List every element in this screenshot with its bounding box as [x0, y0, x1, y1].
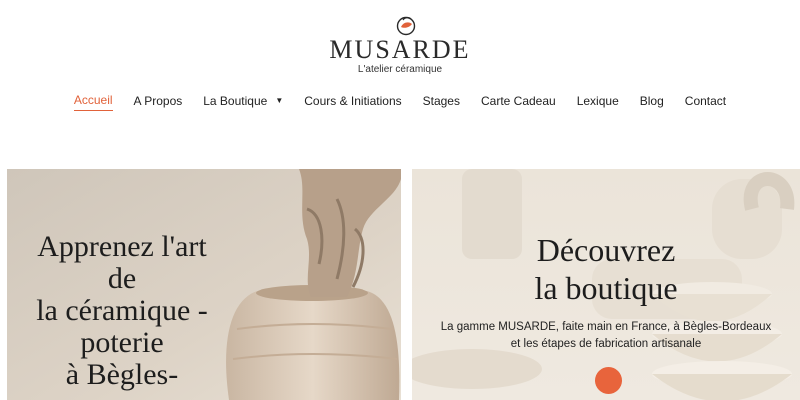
hero-right-heading: Découvrez la boutique [412, 231, 800, 307]
nav-item-stages[interactable]: Stages [423, 92, 460, 110]
brand-tagline: L'atelier céramique [357, 64, 443, 75]
hero-left-heading: Apprenez l'art de la céramique - poterie… [7, 231, 237, 391]
shop-cta-button[interactable] [595, 367, 622, 394]
hero-right-subtitle-line: et les étapes de fabrication artisanale [510, 338, 702, 350]
nav-item-accueil[interactable]: Accueil [73, 92, 113, 111]
hero-left-line: la céramique - [36, 294, 208, 327]
nav-item-cours-initiations[interactable]: Cours & Initiations [304, 92, 401, 110]
brand-name[interactable]: MUSARDE [0, 36, 800, 64]
hero-right-subtitle: La gamme MUSARDE, faite main en France, … [412, 319, 800, 353]
hero-left-line: poterie [80, 326, 164, 359]
nav-item-lexique[interactable]: Lexique [577, 92, 619, 110]
nav-item-contact[interactable]: Contact [685, 92, 726, 110]
nav-item-carte-cadeau[interactable]: Carte Cadeau [481, 92, 556, 110]
nav-item-la-boutique[interactable]: La Boutique ▼ [203, 92, 283, 110]
hero-right-subtitle-line: La gamme MUSARDE, faite main en France, … [440, 321, 772, 333]
chevron-down-icon[interactable]: ▼ [275, 93, 283, 109]
nav-item-la-boutique-label: La Boutique [203, 94, 268, 108]
hero-left-line: à Bègles- [65, 358, 179, 391]
hero-left-line: Apprenez l'art [37, 230, 207, 263]
main-nav: Accueil A Propos La Boutique ▼ Cours & I… [0, 92, 800, 111]
hero-card-shop[interactable]: Découvrez la boutique La gamme MUSARDE, … [412, 169, 800, 400]
hero-right-title-line: Découvrez [536, 232, 676, 268]
nav-item-a-propos[interactable]: A Propos [134, 92, 183, 110]
hero-left-line: de [107, 262, 137, 295]
hero-right-title-line: la boutique [534, 270, 678, 306]
bird-logo-icon [396, 16, 416, 36]
hero-card-courses[interactable]: Apprenez l'art de la céramique - poterie… [7, 169, 401, 400]
nav-item-blog[interactable]: Blog [640, 92, 664, 110]
